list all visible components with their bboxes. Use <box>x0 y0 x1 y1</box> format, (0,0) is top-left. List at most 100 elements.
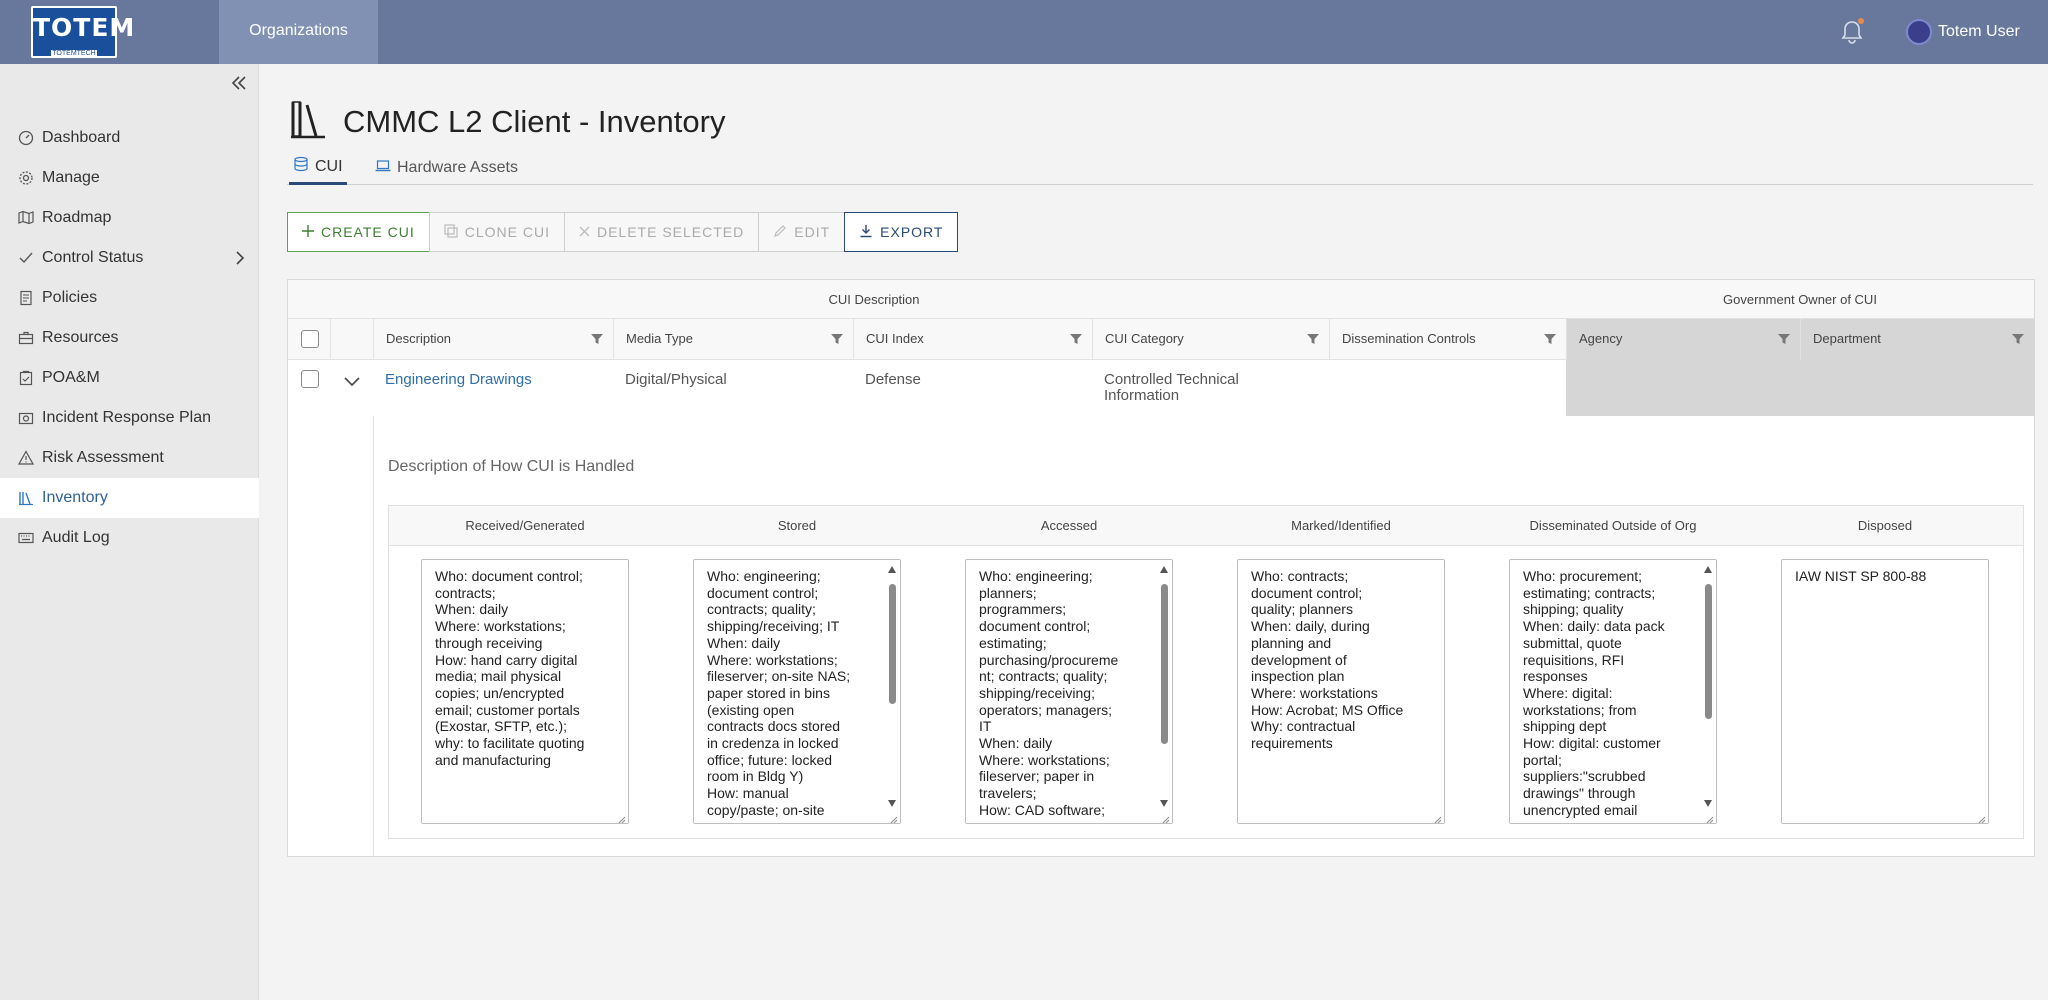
textarea-content: Who: procurement; estimating; contracts;… <box>1523 568 1665 818</box>
resize-grip-icon[interactable] <box>1976 811 1986 823</box>
chevron-down-icon[interactable] <box>344 374 360 391</box>
select-all-checkbox[interactable] <box>301 330 319 348</box>
tab-label: CUI <box>315 157 343 175</box>
column-header-dissemination-controls[interactable]: Dissemination Controls <box>1329 319 1566 360</box>
resize-grip-icon[interactable] <box>1160 811 1170 823</box>
filter-icon[interactable] <box>1070 333 1082 348</box>
filter-icon[interactable] <box>2012 333 2024 348</box>
copy-icon <box>444 223 458 241</box>
sidebar-item-roadmap[interactable]: Roadmap <box>0 198 259 238</box>
marked-identified-textarea[interactable]: Who: contracts; document control; qualit… <box>1237 559 1445 824</box>
scroll-up-icon[interactable] <box>1160 566 1168 573</box>
scroll-thumb[interactable] <box>1161 584 1168 744</box>
sidebar-item-audit-log[interactable]: Audit Log <box>0 518 259 558</box>
column-header-description[interactable]: Description <box>373 319 613 360</box>
tab-label: Hardware Assets <box>397 159 518 176</box>
received-generated-textarea[interactable]: Who: document control; contracts; When: … <box>421 559 629 824</box>
sidebar-item-label: Inventory <box>42 489 108 506</box>
textarea-content: Who: engineering; document control; cont… <box>707 568 851 818</box>
notification-dot <box>1858 18 1864 24</box>
disseminated-textarea[interactable]: Who: procurement; estimating; contracts;… <box>1509 559 1717 824</box>
textarea-scrollbar[interactable] <box>1702 564 1714 809</box>
export-button[interactable]: EXPORT <box>844 212 959 252</box>
filter-icon[interactable] <box>1544 333 1556 348</box>
column-header-cui-category[interactable]: CUI Category <box>1092 319 1329 360</box>
sidebar-item-resources[interactable]: Resources <box>0 318 259 358</box>
description-link[interactable]: Engineering Drawings <box>385 372 532 388</box>
table-row[interactable]: Engineering Drawings Digital/Physical De… <box>288 360 2034 416</box>
dashboard-icon <box>18 130 34 146</box>
scroll-thumb[interactable] <box>1705 584 1712 719</box>
filter-icon[interactable] <box>831 333 843 348</box>
column-label: CUI Category <box>1105 331 1184 346</box>
scroll-down-icon[interactable] <box>1160 800 1168 807</box>
group-cui-description: CUI Description <box>828 292 920 307</box>
sidebar-item-risk-assessment[interactable]: Risk Assessment <box>0 438 259 478</box>
scroll-thumb[interactable] <box>889 584 896 704</box>
filter-icon[interactable] <box>591 333 603 348</box>
warning-icon <box>18 450 34 466</box>
resize-grip-icon[interactable] <box>1432 811 1442 823</box>
row-checkbox[interactable] <box>301 370 319 388</box>
clipboard-icon <box>18 370 34 386</box>
handling-header-row: Received/Generated Stored Accessed Marke… <box>389 506 2023 546</box>
sidebar-item-label: Incident Response Plan <box>42 409 211 426</box>
organizations-nav[interactable]: Organizations <box>219 0 378 64</box>
logo-subtext: TOTEMTECH <box>51 50 97 58</box>
column-label: Media Type <box>626 331 693 346</box>
sidebar-item-control-status[interactable]: Control Status <box>0 238 259 278</box>
sidebar-item-poam[interactable]: POA&M <box>0 358 259 398</box>
column-header-agency[interactable]: Agency <box>1566 319 1800 360</box>
scroll-down-icon[interactable] <box>888 800 896 807</box>
sidebar-item-incident-response-plan[interactable]: Incident Response Plan <box>0 398 259 438</box>
filter-icon[interactable] <box>1307 333 1319 348</box>
action-toolbar: CREATE CUI CLONE CUI DELETE SELECTED EDI… <box>287 212 959 252</box>
stored-textarea[interactable]: Who: engineering; document control; cont… <box>693 559 901 824</box>
top-bar: TOTEM TOTEMTECH Organizations Totem User <box>0 0 2048 64</box>
resize-grip-icon[interactable] <box>1704 811 1714 823</box>
textarea-scrollbar[interactable] <box>886 564 898 809</box>
tab-hardware-assets[interactable]: Hardware Assets <box>371 151 522 185</box>
scroll-up-icon[interactable] <box>888 566 896 573</box>
column-label: Agency <box>1579 331 1623 346</box>
totem-logo[interactable]: TOTEM TOTEMTECH <box>31 6 134 58</box>
keyboard-icon <box>18 530 34 546</box>
resize-grip-icon[interactable] <box>888 811 898 823</box>
filter-icon[interactable] <box>1778 333 1790 348</box>
column-label: Description <box>386 331 452 346</box>
map-icon <box>18 210 34 226</box>
row-expander[interactable] <box>330 360 373 416</box>
main-content: CMMC L2 Client - Inventory CUI Hardware … <box>259 64 2048 1000</box>
disposed-textarea[interactable]: IAW NIST SP 800-88 <box>1781 559 1989 824</box>
sidebar-item-label: POA&M <box>42 369 100 386</box>
cell-description[interactable]: Engineering Drawings <box>373 360 613 416</box>
column-header-cui-index[interactable]: CUI Index <box>853 319 1092 360</box>
sidebar-item-inventory[interactable]: Inventory <box>0 478 259 518</box>
user-menu[interactable]: Totem User <box>1906 18 2020 46</box>
column-header-media-type[interactable]: Media Type <box>613 319 853 360</box>
tab-cui[interactable]: CUI <box>289 151 347 185</box>
scroll-down-icon[interactable] <box>1704 800 1712 807</box>
scroll-up-icon[interactable] <box>1704 566 1712 573</box>
sidebar-item-manage[interactable]: Manage <box>0 158 259 198</box>
column-header-department[interactable]: Department <box>1800 319 2034 360</box>
sidebar-item-dashboard[interactable]: Dashboard <box>0 118 259 158</box>
sidebar-item-label: Roadmap <box>42 209 112 226</box>
sidebar-item-policies[interactable]: Policies <box>0 278 259 318</box>
column-label: Dissemination Controls <box>1342 331 1476 346</box>
cell-department <box>1800 360 2034 416</box>
accessed-textarea[interactable]: Who: engineering; planners; programmers;… <box>965 559 1173 824</box>
cui-category-line: Information <box>1104 387 1180 404</box>
clone-cui-button[interactable]: CLONE CUI <box>428 212 565 252</box>
resize-grip-icon[interactable] <box>616 811 626 823</box>
handling-column-accessed: Accessed <box>1040 518 1098 533</box>
edit-button[interactable]: EDIT <box>758 212 846 252</box>
notification-bell-icon[interactable] <box>1838 18 1866 46</box>
create-cui-button[interactable]: CREATE CUI <box>287 212 430 252</box>
textarea-scrollbar[interactable] <box>1158 564 1170 809</box>
delete-selected-button[interactable]: DELETE SELECTED <box>563 212 760 252</box>
sidebar-nav: Dashboard Manage Roadmap Control Status … <box>0 118 259 558</box>
collapse-sidebar-icon[interactable] <box>227 72 249 94</box>
media-type-value: Digital/Physical <box>625 371 727 388</box>
books-icon <box>289 98 331 145</box>
